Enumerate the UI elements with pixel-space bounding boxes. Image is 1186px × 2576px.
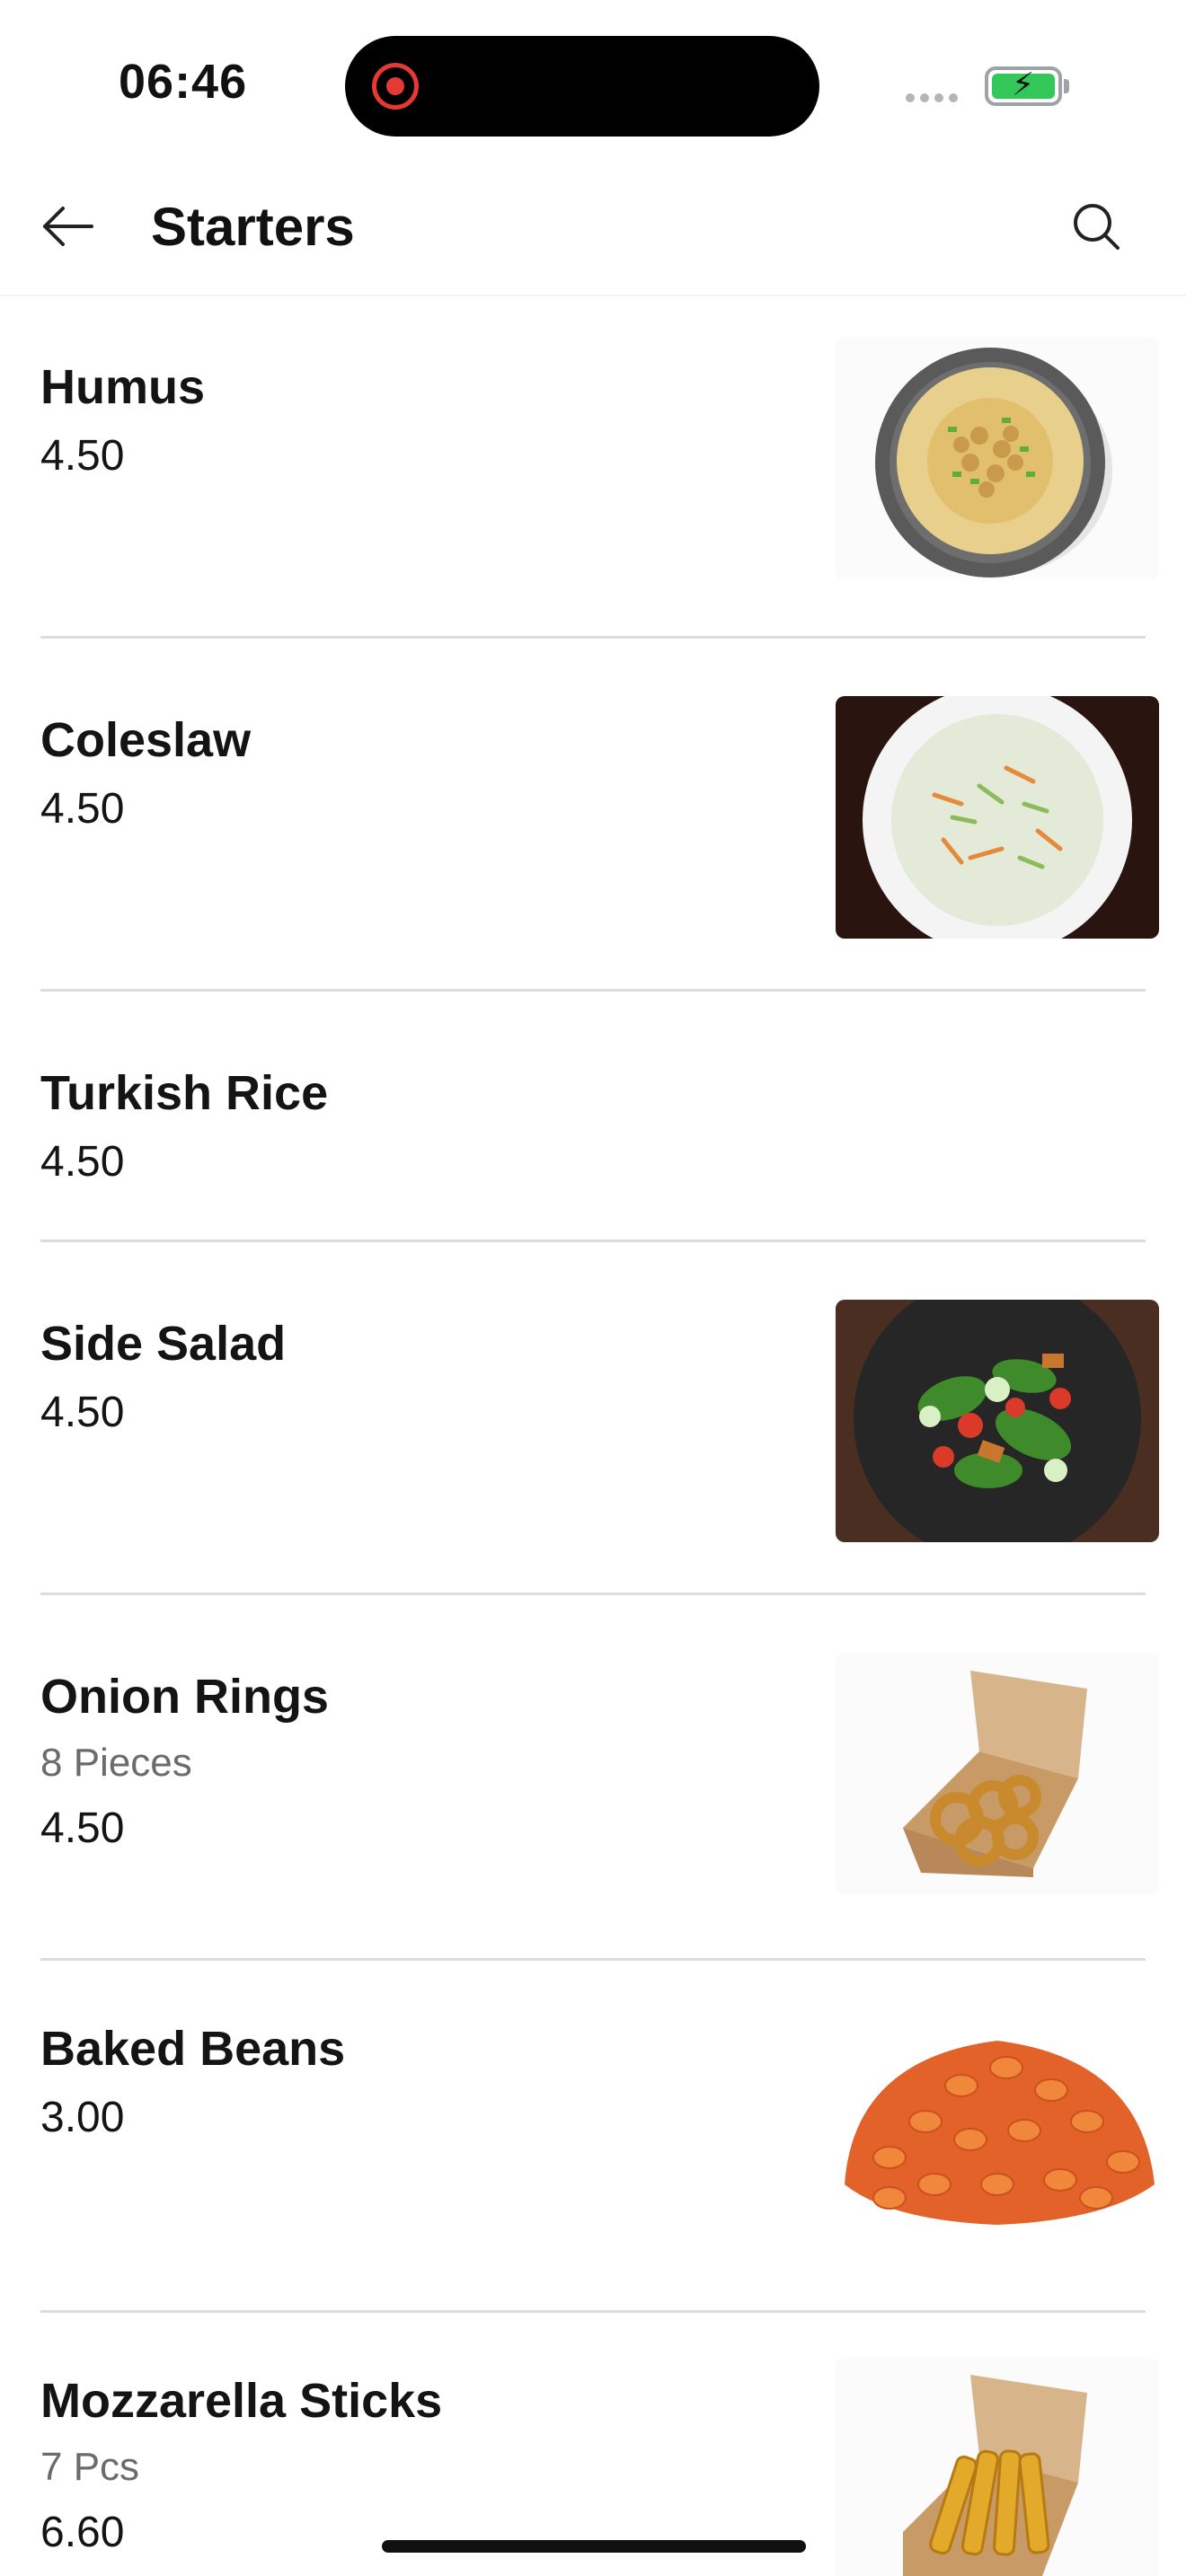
item-portion: 8 Pieces <box>40 1741 192 1785</box>
menu-item-mozzarella-sticks[interactable]: Mozzarella Sticks 7 Pcs 6.60 <box>0 2310 1186 2576</box>
page-title: Starters <box>151 197 355 257</box>
menu-item-turkish-rice[interactable]: Turkish Rice 4.50 <box>0 1002 1186 1254</box>
item-portion: 7 Pcs <box>40 2445 140 2489</box>
item-image-coleslaw <box>836 696 1159 939</box>
item-name: Baked Beans <box>40 2022 346 2076</box>
item-name: Turkish Rice <box>40 1066 329 1120</box>
recording-icon <box>372 63 419 110</box>
menu-item-side-salad[interactable]: Side Salad 4.50 <box>0 1253 1186 1595</box>
dynamic-island <box>345 36 819 137</box>
menu-item-onion-rings[interactable]: Onion Rings 8 Pieces 4.50 <box>0 1606 1186 1961</box>
item-image-humus <box>836 337 1159 579</box>
status-bar: 06:46 ⚡ <box>0 0 1186 162</box>
item-image-side-salad <box>836 1300 1159 1542</box>
divider <box>40 989 1146 992</box>
divider <box>40 1592 1146 1595</box>
search-icon <box>1074 204 1120 250</box>
item-price: 4.50 <box>40 785 125 833</box>
menu-item-coleslaw[interactable]: Coleslaw 4.50 <box>0 649 1186 992</box>
back-button[interactable] <box>36 194 101 259</box>
item-price: 4.50 <box>40 1804 125 1852</box>
home-indicator[interactable] <box>382 2540 806 2553</box>
item-price: 4.50 <box>40 432 125 480</box>
item-price: 4.50 <box>40 1389 125 1436</box>
item-price: 4.50 <box>40 1138 125 1186</box>
item-image-mozzarella-sticks <box>836 2357 1159 2576</box>
search-button[interactable] <box>1064 194 1128 259</box>
status-time: 06:46 <box>119 55 248 109</box>
item-image-baked-beans <box>836 2005 1159 2247</box>
item-name: Mozzarella Sticks <box>40 2374 443 2428</box>
top-bar: Starters <box>0 162 1186 296</box>
divider <box>40 636 1146 639</box>
item-name: Side Salad <box>40 1317 287 1371</box>
battery-icon: ⚡ <box>985 66 1062 106</box>
item-name: Onion Rings <box>40 1670 329 1724</box>
item-price: 3.00 <box>40 2094 125 2141</box>
arrow-left-icon <box>43 207 93 246</box>
item-image-onion-rings <box>836 1653 1159 1895</box>
signal-icon <box>906 93 958 102</box>
charging-bolt-icon: ⚡ <box>1012 66 1035 102</box>
item-price: 6.60 <box>40 2509 125 2556</box>
divider <box>40 1239 1146 1242</box>
item-name: Humus <box>40 360 206 414</box>
menu-item-baked-beans[interactable]: Baked Beans 3.00 <box>0 1958 1186 2313</box>
item-name: Coleslaw <box>40 713 252 767</box>
menu-item-humus[interactable]: Humus 4.50 <box>0 296 1186 639</box>
